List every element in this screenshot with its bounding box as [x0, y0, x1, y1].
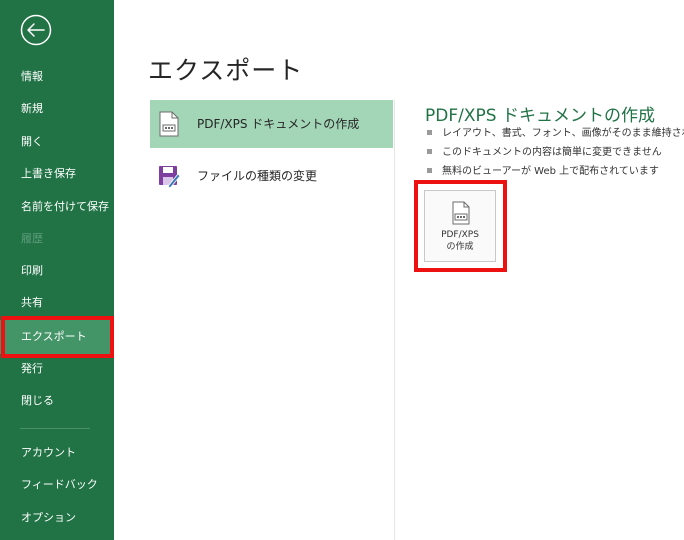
nav-item-share[interactable]: 共有 [0, 287, 114, 319]
create-pdf-xps-button-label: PDF/XPS の作成 [425, 229, 495, 253]
nav-item-info[interactable]: 情報 [0, 61, 114, 93]
create-pdf-xps-button[interactable]: PDF/XPS の作成 [424, 190, 496, 262]
nav-item-new[interactable]: 新規 [0, 93, 114, 125]
back-button[interactable] [20, 14, 52, 46]
nav-item-close[interactable]: 閉じる [0, 385, 114, 417]
panel-divider [394, 100, 395, 540]
nav-item-publish[interactable]: 発行 [0, 353, 114, 385]
nav-item-account[interactable]: アカウント [0, 437, 114, 469]
bullet-square-icon [427, 148, 432, 154]
nav-item-open[interactable]: 開く [0, 126, 114, 158]
pdf-document-icon [452, 201, 470, 225]
nav-item-feedback[interactable]: フィードバック [0, 469, 114, 501]
bullet-square-icon [427, 129, 432, 135]
detail-bullet-text: このドキュメントの内容は簡単に変更できません [442, 147, 662, 158]
detail-bullet: レイアウト、書式、フォント、画像がそのまま維持されます [427, 125, 684, 143]
sidebar-divider [20, 428, 90, 429]
detail-title: PDF/XPS ドキュメントの作成 [425, 106, 655, 126]
create-pdf-xps-button-line2: の作成 [446, 242, 474, 252]
nav-item-history: 履歴 [21, 232, 43, 245]
option-change-file-type[interactable]: ファイルの種類の変更 [150, 152, 393, 200]
page-title: エクスポート [148, 56, 304, 85]
pdf-document-icon [159, 111, 179, 137]
detail-bullet: このドキュメントの内容は簡単に変更できません [427, 144, 662, 162]
nav-item-options[interactable]: オプション [0, 502, 114, 534]
back-arrow-icon [20, 14, 52, 46]
option-create-pdf-xps-label: PDF/XPS ドキュメントの作成 [197, 117, 360, 131]
backstage-sidebar: 情報 新規 開く 上書き保存 名前を付けて保存 履歴 印刷 共有 エクスポート … [0, 0, 114, 540]
option-create-pdf-xps[interactable]: PDF/XPS ドキュメントの作成 [150, 100, 393, 148]
nav-item-save[interactable]: 上書き保存 [0, 158, 114, 190]
option-change-file-type-label: ファイルの種類の変更 [197, 169, 318, 183]
detail-bullet: 無料のビューアーが Web 上で配布されています [427, 163, 659, 181]
bullet-square-icon [427, 167, 432, 173]
create-pdf-xps-button-line1: PDF/XPS [441, 230, 479, 240]
nav-item-export[interactable]: エクスポート [0, 320, 114, 354]
nav-item-print[interactable]: 印刷 [0, 255, 114, 287]
nav-item-save-as[interactable]: 名前を付けて保存 [0, 191, 114, 223]
detail-bullet-text: 無料のビューアーが Web 上で配布されています [442, 166, 659, 177]
backstage-main: エクスポート PDF/XPS ドキュメントの作成 ファイルの種類の変更 PDF/… [114, 0, 684, 540]
save-as-edit-icon [159, 166, 180, 189]
detail-bullet-text: レイアウト、書式、フォント、画像がそのまま維持されます [442, 128, 684, 139]
